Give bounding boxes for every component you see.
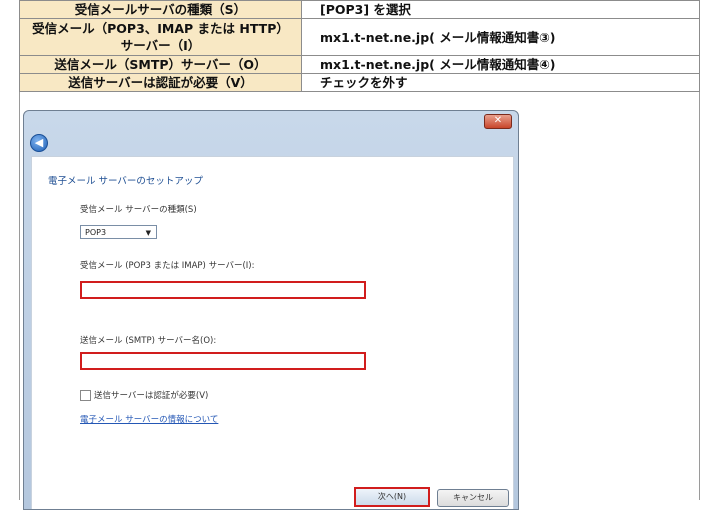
- cancel-button[interactable]: キャンセル: [437, 489, 509, 507]
- table-row: 送信メール（SMTP）サーバー（O） mx1.t-net.ne.jp( メール情…: [19, 55, 700, 74]
- incoming-type-select[interactable]: POP3 ▼: [80, 225, 157, 239]
- row-value: mx1.t-net.ne.jp( メール情報通知書③): [301, 18, 700, 56]
- outgoing-server-input[interactable]: [80, 352, 366, 370]
- row-label: 送信メール（SMTP）サーバー（O）: [19, 55, 302, 74]
- row-value: [POP3] を選択: [301, 0, 700, 19]
- incoming-server-input[interactable]: [80, 281, 366, 299]
- incoming-server-label: 受信メール (POP3 または IMAP) サーバー(I):: [80, 261, 255, 271]
- incoming-type-value: POP3: [85, 228, 107, 237]
- email-setup-dialog: ✕ ◀ 電子メール サーバーのセットアップ 受信メール サーバーの種類(S) P…: [23, 110, 519, 510]
- table-row: 送信サーバーは認証が必要（V） チェックを外す: [19, 73, 700, 92]
- settings-table: 受信メールサーバの種類（S） [POP3] を選択 受信メール（POP3、IMA…: [19, 0, 700, 92]
- incoming-type-label: 受信メール サーバーの種類(S): [80, 205, 197, 215]
- close-icon[interactable]: ✕: [484, 114, 512, 129]
- outgoing-server-label: 送信メール (SMTP) サーバー名(O):: [80, 336, 217, 346]
- auth-checkbox[interactable]: [80, 390, 91, 401]
- row-label: 受信メール（POP3、IMAP または HTTP） サーバー（I）: [19, 18, 302, 56]
- auth-checkbox-label: 送信サーバーは認証が必要(V): [94, 391, 209, 401]
- row-label: 受信メールサーバの種類（S）: [19, 0, 302, 19]
- chevron-down-icon: ▼: [145, 229, 151, 237]
- row-value: mx1.t-net.ne.jp( メール情報通知書④): [301, 55, 700, 74]
- back-arrow-icon[interactable]: ◀: [30, 134, 48, 152]
- next-button[interactable]: 次へ(N): [354, 487, 430, 507]
- table-row: 受信メールサーバの種類（S） [POP3] を選択: [19, 0, 700, 19]
- table-row: 受信メール（POP3、IMAP または HTTP） サーバー（I） mx1.t-…: [19, 18, 700, 56]
- dialog-heading: 電子メール サーバーのセットアップ: [48, 176, 203, 187]
- row-label: 送信サーバーは認証が必要（V）: [19, 73, 302, 92]
- server-info-link[interactable]: 電子メール サーバーの情報について: [80, 413, 218, 425]
- row-value: チェックを外す: [301, 73, 700, 92]
